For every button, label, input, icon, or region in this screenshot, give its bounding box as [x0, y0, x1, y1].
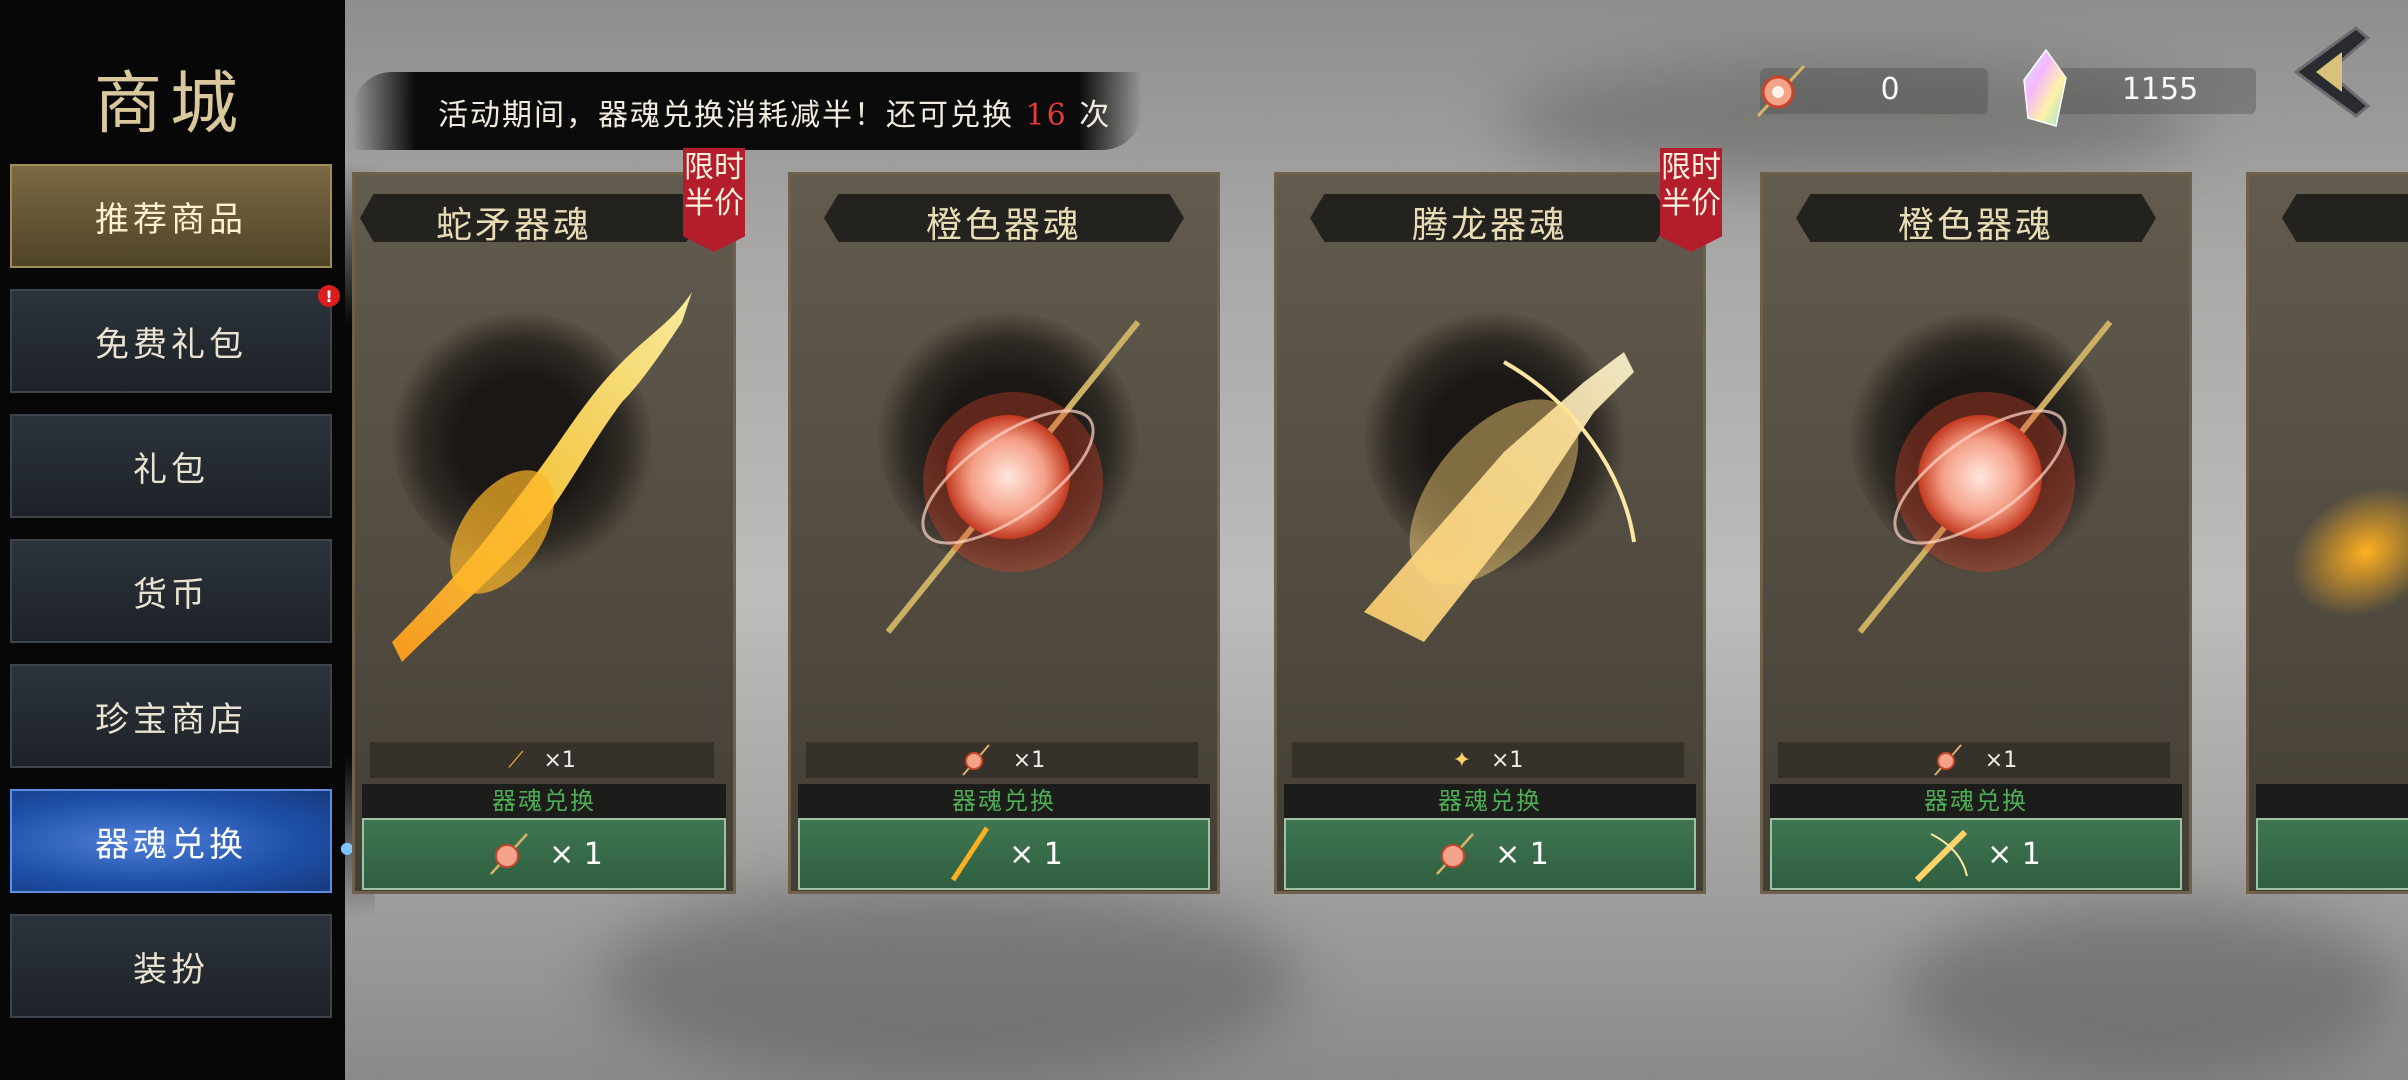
cost-quantity: ×1	[543, 747, 576, 773]
sidebar-item-label: 礼包	[133, 449, 209, 490]
sidebar-item-label: 器魂兑换	[95, 824, 247, 865]
orange-orb-spear-icon	[1857, 320, 2113, 634]
cost-quantity: ×1	[1491, 747, 1524, 773]
cost-quantity: ×1	[1012, 747, 1046, 773]
exchange-label: 器魂兑换	[362, 784, 726, 818]
orb-spear-icon	[490, 833, 529, 875]
exchange-price: × 1	[1009, 836, 1063, 872]
exchange-button[interactable]: × 1	[362, 818, 726, 890]
event-banner-text: 活动期间，器魂兑换消耗减半！还可兑换 16 次	[438, 90, 1111, 134]
sidebar-item-gift-pack[interactable]: 礼包	[10, 414, 332, 518]
back-arrow-icon[interactable]	[2276, 22, 2376, 122]
remaining-exchange-count: 16	[1025, 98, 1068, 133]
golden-spear-icon	[951, 826, 990, 882]
exchange-card-dragon-soul[interactable]: 腾龙器魂 ✦ ×1 器魂兑换 × 1	[1274, 172, 1706, 894]
exchange-label: 器魂兑换	[798, 784, 1210, 818]
limited-half-price-tag: 限时 半价	[683, 148, 745, 252]
exchange-label	[2256, 784, 2408, 818]
exchange-label: 器魂兑换	[1284, 784, 1696, 818]
sidebar-item-treasure-shop[interactable]: 珍宝商店	[10, 664, 332, 768]
notification-badge: !	[318, 285, 340, 307]
exchange-button[interactable]: × 1	[1284, 818, 1696, 890]
exchange-label: 器魂兑换	[1770, 784, 2182, 818]
exchange-button[interactable]: × 1	[798, 818, 1210, 890]
banner-prefix: 活动期间，器魂兑换消耗减半！还可兑换	[438, 98, 1026, 133]
exchange-price: × 1	[1987, 836, 2041, 872]
sidebar-item-currency[interactable]: 货币	[10, 539, 332, 643]
cost-quantity: ×1	[1984, 747, 2018, 773]
golden-spear-icon: ⟋	[508, 747, 524, 773]
tag-line-2: 半价	[684, 186, 744, 221]
card-title: 橙色器魂	[925, 205, 1082, 246]
sidebar-item-label: 珍宝商店	[95, 699, 247, 740]
card-title: 腾龙器魂	[1411, 205, 1568, 246]
exchange-price: × 1	[549, 836, 603, 872]
cost-row: ×1	[1778, 742, 2170, 778]
banner-suffix: 次	[1067, 98, 1112, 133]
sidebar-item-label: 推荐商品	[95, 199, 247, 240]
orb-spear-icon	[962, 744, 990, 776]
card-title: 蛇矛器魂	[435, 205, 592, 246]
exchange-card-serpent-spear[interactable]: 蛇矛器魂 ⟋ ×1 器魂兑换 × 1	[352, 172, 736, 894]
cost-row: ×1	[806, 742, 1198, 778]
limited-half-price-tag: 限时 半价	[1660, 148, 1722, 252]
sidebar-item-outfits[interactable]: 装扮	[10, 914, 332, 1018]
exchange-button[interactable]: × 1	[1770, 818, 2182, 890]
cost-row: ✦ ×1	[1292, 742, 1684, 778]
crystal-currency-value: 1155	[2121, 72, 2199, 107]
golden-serpent-spear-icon	[392, 292, 692, 662]
dragon-crossbow-icon	[1914, 829, 1969, 883]
orb-spear-icon	[1934, 744, 1962, 776]
exchange-card-orange-soul-2[interactable]: 橙色器魂 ×1 器魂兑换 × 1	[1760, 172, 2192, 894]
dragon-crossbow-icon	[1364, 352, 1636, 642]
ink-smudge	[600, 880, 1300, 1080]
orb-spear-icon	[1436, 833, 1475, 875]
tag-line-1: 限时	[684, 150, 744, 185]
sidebar-item-label: 装扮	[133, 949, 209, 990]
card-title: 龙	[2246, 196, 2408, 248]
sidebar-item-soul-exchange[interactable]: 器魂兑换	[10, 789, 332, 893]
card-title: 橙色器魂	[1897, 205, 2054, 246]
sidebar-item-recommended[interactable]: 推荐商品	[10, 164, 332, 268]
exchange-price: × 1	[1495, 836, 1549, 872]
crystal-currency-icon	[2023, 48, 2067, 127]
sidebar-item-label: 免费礼包	[95, 324, 247, 365]
exchange-card-orange-soul[interactable]: 橙色器魂 ×1 器魂兑换 × 1	[788, 172, 1220, 894]
tag-line-2: 半价	[1661, 186, 1721, 221]
soul-currency-value: 0	[1880, 72, 1900, 107]
dragon-crossbow-icon: ✦	[1452, 747, 1471, 773]
exchange-card-partial[interactable]: 龙	[2246, 172, 2408, 894]
ink-smudge	[1900, 900, 2400, 1080]
cost-row: ⟋ ×1	[370, 742, 714, 778]
tag-line-1: 限时	[1661, 150, 1721, 185]
orb-spear-currency-icon	[1756, 64, 1806, 118]
orange-orb-spear-icon	[885, 320, 1141, 634]
sidebar-item-free-gift[interactable]: 免费礼包	[10, 289, 332, 393]
sidebar-item-label: 货币	[133, 574, 209, 615]
exchange-button[interactable]	[2256, 818, 2408, 890]
page-title: 商城	[93, 65, 246, 144]
